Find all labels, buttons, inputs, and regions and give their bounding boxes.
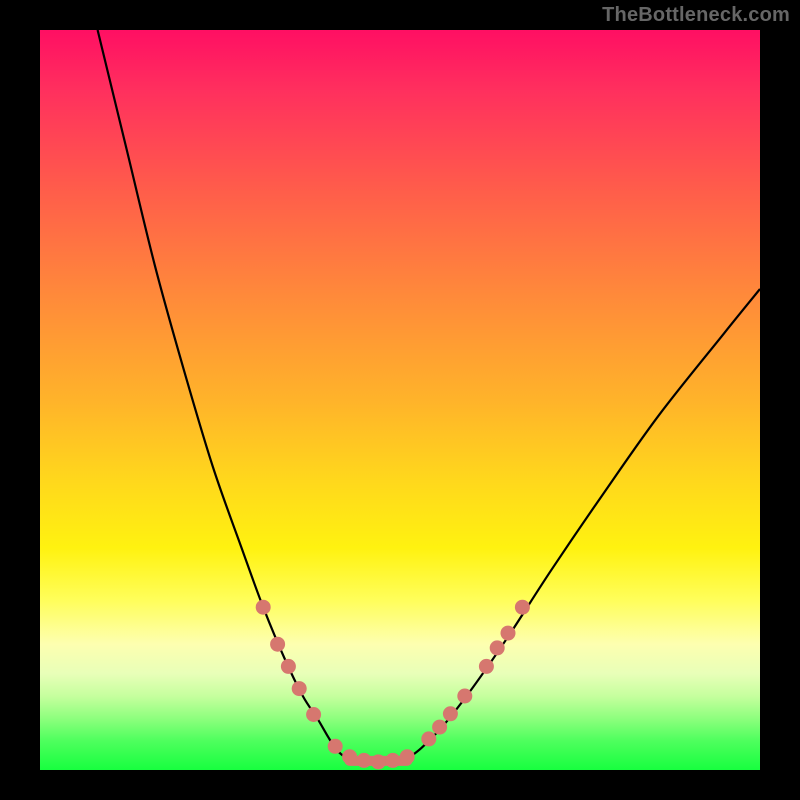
marker-dot [515,600,530,615]
marker-dot [270,637,285,652]
marker-dot [490,640,505,655]
marker-dot [306,707,321,722]
marker-group [256,600,530,770]
watermark-text: TheBottleneck.com [602,4,790,27]
marker-dot [256,600,271,615]
marker-dot [421,731,436,746]
marker-dot [457,689,472,704]
marker-dot [357,753,372,768]
chart-frame: TheBottleneck.com [0,0,800,800]
bottleneck-curve [98,30,760,762]
marker-dot [385,753,400,768]
chart-svg [40,30,760,770]
marker-dot [281,659,296,674]
marker-dot [501,626,516,641]
marker-dot [400,749,415,764]
marker-dot [371,754,386,769]
marker-dot [292,681,307,696]
marker-dot [479,659,494,674]
marker-dot [443,706,458,721]
marker-dot [342,749,357,764]
marker-dot [432,720,447,735]
marker-dot [328,739,343,754]
plot-area [40,30,760,770]
